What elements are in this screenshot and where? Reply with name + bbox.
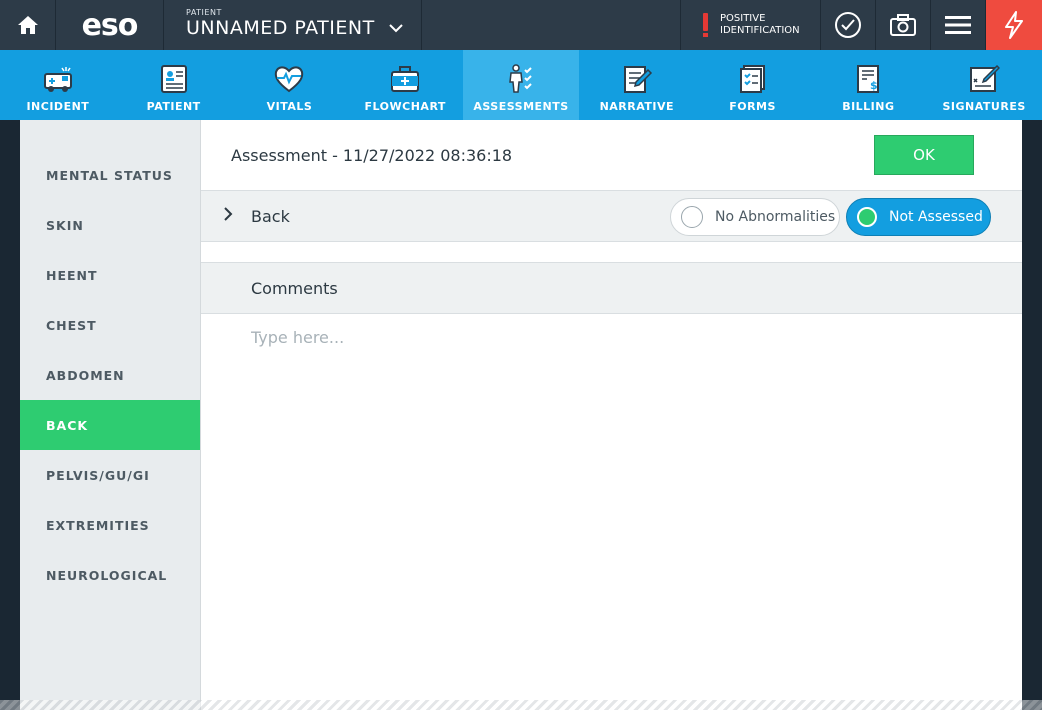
tab-label: BILLING	[842, 100, 895, 113]
tab-label: INCIDENT	[26, 100, 90, 113]
page-title: Assessment - 11/27/2022 08:36:18	[231, 146, 513, 165]
logo-text: eso	[81, 7, 139, 43]
hamburger-menu-icon	[945, 16, 971, 34]
assessment-sidebar: MENTAL STATUS SKIN HEENT CHEST ABDOMEN B…	[20, 120, 201, 710]
tab-forms[interactable]: FORMS	[695, 50, 811, 120]
tab-assessments[interactable]: ASSESSMENTS	[463, 50, 579, 120]
positive-id-line1: POSITIVE	[720, 13, 766, 24]
tab-label: VITALS	[266, 100, 313, 113]
radio-selected-icon	[857, 207, 877, 227]
tab-billing[interactable]: $ BILLING	[810, 50, 926, 120]
chevron-right-icon	[224, 207, 233, 221]
camera-button[interactable]	[876, 0, 931, 50]
heart-pulse-icon	[275, 66, 304, 93]
sidebar-item-extremities[interactable]: EXTREMITIES	[20, 500, 200, 550]
tab-label: PATIENT	[146, 100, 201, 113]
tab-label: FORMS	[729, 100, 776, 113]
option-label: Not Assessed	[889, 209, 983, 225]
patient-label: PATIENT	[186, 8, 222, 17]
alert-icon	[703, 13, 708, 37]
comments-input[interactable]	[251, 328, 991, 347]
sidebar-item-mental-status[interactable]: MENTAL STATUS	[20, 150, 200, 200]
home-icon	[17, 16, 38, 34]
check-circle-icon	[835, 12, 861, 38]
tab-vitals[interactable]: VITALS	[232, 50, 348, 120]
tab-label: NARRATIVE	[599, 100, 675, 113]
positive-id-line2: IDENTIFICATION	[720, 25, 800, 36]
eso-logo: eso	[56, 0, 164, 50]
sidebar-item-abdomen[interactable]: ABDOMEN	[20, 350, 200, 400]
ambulance-icon	[43, 67, 72, 92]
tab-label: ASSESSMENTS	[473, 100, 569, 113]
tab-label: FLOWCHART	[364, 100, 446, 113]
assessment-main: Assessment - 11/27/2022 08:36:18 OK Back…	[201, 120, 1022, 710]
sidebar-item-heent[interactable]: HEENT	[20, 250, 200, 300]
back-section-row[interactable]: Back No Abnormalities Not Assessed	[201, 190, 1022, 242]
comments-label: Comments	[251, 279, 338, 298]
screen-edge	[0, 700, 1042, 710]
option-label: No Abnormalities	[715, 209, 836, 225]
camera-icon	[890, 14, 916, 36]
radio-unselected-icon	[681, 206, 703, 228]
tab-patient[interactable]: PATIENT	[116, 50, 232, 120]
comments-header: Comments	[201, 262, 1022, 314]
top-bar: eso PATIENT UNNAMED PATIENT POSITIVE IDE…	[0, 0, 1042, 50]
menu-button[interactable]	[931, 0, 986, 50]
sidebar-item-skin[interactable]: SKIN	[20, 200, 200, 250]
validate-button[interactable]	[821, 0, 876, 50]
patient-card-icon	[160, 65, 187, 93]
notepad-icon	[623, 66, 652, 93]
tab-flowchart[interactable]: FLOWCHART	[347, 50, 463, 120]
patient-selector[interactable]: PATIENT UNNAMED PATIENT	[164, 0, 422, 50]
tab-narrative[interactable]: NARRATIVE	[579, 50, 695, 120]
not-assessed-option[interactable]: Not Assessed	[846, 198, 991, 236]
positive-identification-button[interactable]: POSITIVE IDENTIFICATION	[681, 0, 821, 50]
home-button[interactable]	[0, 0, 56, 50]
section-nav: INCIDENT PATIENT VITALS FLOWCHART ASSESS…	[0, 50, 1042, 120]
quick-action-button[interactable]	[986, 0, 1042, 50]
body-check-icon	[509, 64, 532, 93]
svg-text:$: $	[870, 79, 878, 92]
patient-name: UNNAMED PATIENT	[186, 17, 375, 39]
assessment-panel: MENTAL STATUS SKIN HEENT CHEST ABDOMEN B…	[20, 120, 1022, 710]
assessment-header: Assessment - 11/27/2022 08:36:18 OK	[201, 120, 1022, 190]
checklist-icon	[739, 65, 765, 93]
tab-incident[interactable]: INCIDENT	[0, 50, 116, 120]
sidebar-item-chest[interactable]: CHEST	[20, 300, 200, 350]
medical-bag-icon	[391, 66, 420, 92]
tab-signatures[interactable]: SIGNATURES	[926, 50, 1042, 120]
section-label: Back	[251, 207, 290, 226]
bill-icon: $	[857, 65, 880, 93]
lightning-bolt-icon	[1005, 11, 1023, 39]
tab-label: SIGNATURES	[942, 100, 1026, 113]
ok-button[interactable]: OK	[874, 135, 974, 175]
chevron-down-icon	[388, 23, 403, 32]
no-abnormalities-option[interactable]: No Abnormalities	[670, 198, 840, 236]
sidebar-item-neurological[interactable]: NEUROLOGICAL	[20, 550, 200, 600]
signature-icon	[970, 64, 1001, 92]
sidebar-item-back[interactable]: BACK	[20, 400, 200, 450]
sidebar-item-pelvis-gu-gi[interactable]: PELVIS/GU/GI	[20, 450, 200, 500]
topbar-spacer	[422, 0, 681, 50]
